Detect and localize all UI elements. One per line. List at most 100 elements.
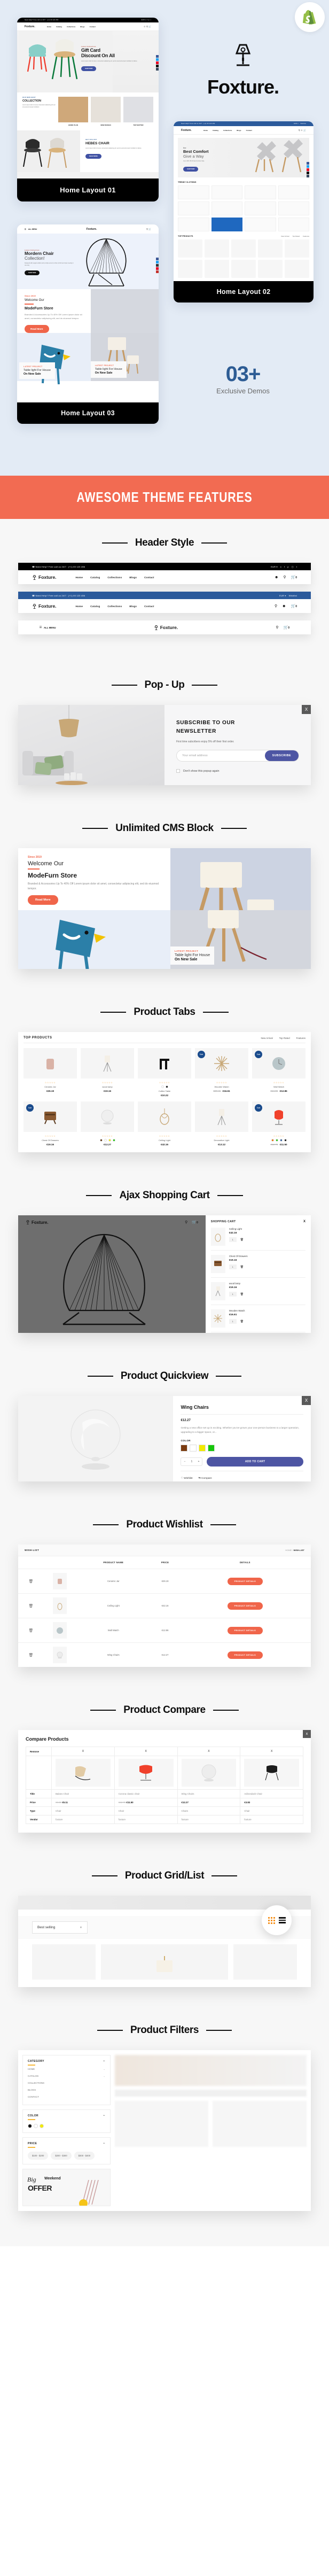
trash-icon[interactable]: 🗑 xyxy=(240,1238,244,1242)
cms-read-more-button[interactable]: Read More xyxy=(28,895,58,905)
header-logo[interactable]: Foxture. xyxy=(154,625,178,631)
product-card[interactable]: ☆☆☆☆☆ Coffee Table €10.22 xyxy=(138,1048,191,1097)
mini-hero-button[interactable]: SHOP NOW xyxy=(25,270,40,276)
popup-close-button[interactable]: X xyxy=(302,705,311,714)
swatch-yellow[interactable] xyxy=(199,1444,206,1452)
demo-card-layout-03[interactable]: ☰ ALL MENU Foxture. ⚲ 🛒 Latest Collectio… xyxy=(17,224,159,424)
nav-item-home[interactable]: Home xyxy=(76,605,83,608)
remove-cell[interactable]: 🗑 xyxy=(18,1642,44,1667)
collapse-toggle-icon[interactable]: − xyxy=(103,2060,105,2063)
compare-title-cell[interactable]: Wing Chairs xyxy=(177,1789,241,1798)
filter-item[interactable]: HOME ⌄ xyxy=(28,2066,105,2073)
header-logo[interactable]: Foxture. xyxy=(32,575,57,580)
cart-item-name[interactable]: wood lamp xyxy=(229,1282,244,1285)
result-card[interactable] xyxy=(213,2101,307,2147)
email-input[interactable]: Your email address xyxy=(177,754,265,757)
cart-item-qty[interactable]: 1 xyxy=(229,1292,237,1297)
remove-product-button[interactable]: X xyxy=(51,1747,115,1756)
mini-nav-item[interactable]: Collections xyxy=(223,129,232,131)
mini-nav-item[interactable]: Catalog xyxy=(213,129,218,131)
swatch[interactable] xyxy=(271,1139,274,1142)
filter-item[interactable]: BLOGS xyxy=(28,2086,105,2093)
filter-category-header[interactable]: CATEGORY − xyxy=(28,2060,105,2063)
swatch[interactable] xyxy=(161,1085,164,1088)
header-logo[interactable]: Foxture. xyxy=(26,1220,49,1225)
compare-title-cell[interactable]: Adirondack Chair xyxy=(240,1789,303,1798)
cart-item-qty[interactable]: 1 xyxy=(229,1264,237,1269)
cart-item-qty[interactable]: 1 xyxy=(229,1319,237,1324)
grid-view-icon[interactable] xyxy=(268,1917,275,1924)
dont-show-checkbox[interactable] xyxy=(176,769,180,773)
demo-card-layout-02[interactable]: Need Help? Free call us 24/7 : (+1) 00 1… xyxy=(174,121,314,302)
quantity-stepper[interactable]: − 1 + xyxy=(181,1457,203,1466)
product-card[interactable]: Sale ☆☆☆☆☆ Wooden Watch €20.41 €16.61 xyxy=(195,1048,248,1097)
product-name-cell[interactable]: Wall Watch xyxy=(76,1618,151,1643)
remove-cell[interactable]: 🗑 xyxy=(18,1593,44,1618)
tab-features[interactable]: Features xyxy=(296,1037,306,1039)
search-icon[interactable]: ⚲ xyxy=(283,575,286,579)
trash-icon[interactable]: 🗑 xyxy=(240,1320,244,1323)
mini-nav-item[interactable]: Blogs xyxy=(237,129,241,131)
sort-select[interactable]: Best selling ▼ xyxy=(32,1921,88,1934)
cart-icon[interactable]: 🛒0 xyxy=(284,625,290,630)
currency-selector[interactable]: EUR ▾ xyxy=(279,594,286,597)
color-swatch[interactable] xyxy=(40,2124,44,2128)
swatch[interactable] xyxy=(279,1139,283,1142)
product-card[interactable]: Sale ☆☆☆☆☆ €12.78 €11.50 xyxy=(252,1101,306,1146)
mini-nav-item[interactable]: Home xyxy=(203,129,208,131)
remove-product-button[interactable]: X xyxy=(114,1747,178,1756)
filter-price-header[interactable]: PRICE − xyxy=(28,2142,105,2145)
tab-top-rated[interactable]: Top Rated xyxy=(279,1037,290,1039)
mini-social-rail[interactable] xyxy=(156,258,159,273)
cart-item-name[interactable]: Chest Of Drawers xyxy=(229,1255,248,1258)
twitter-icon[interactable]: x xyxy=(280,565,281,568)
add-to-cart-button[interactable]: ADD TO CART xyxy=(207,1456,303,1467)
nav-item-collections[interactable]: Collections xyxy=(107,605,122,608)
pinterest-icon[interactable]: p xyxy=(287,565,288,568)
product-details-button[interactable]: PRODUCT DETAILS xyxy=(227,1626,263,1634)
cart-icon[interactable]: 🛒0 xyxy=(291,604,297,608)
quickview-close-button[interactable]: X xyxy=(302,1396,311,1405)
cart-icon[interactable]: 🛒0 xyxy=(291,575,297,579)
facebook-icon[interactable]: f xyxy=(284,565,285,568)
compare-title-cell[interactable]: Balans Chair xyxy=(51,1789,115,1798)
wishlist-link[interactable]: Wishlist xyxy=(289,594,297,597)
nav-item-blogs[interactable]: Blogs xyxy=(129,576,137,579)
decrement-button[interactable]: − xyxy=(181,1458,188,1465)
mini-hero-button[interactable]: SHOP NOW xyxy=(81,66,97,72)
grid-cell[interactable] xyxy=(32,1944,96,1980)
remove-product-button[interactable]: X xyxy=(240,1747,303,1756)
swatch[interactable] xyxy=(284,1139,287,1142)
product-name-cell[interactable]: Ceramic Jar xyxy=(76,1569,151,1594)
all-menu-button[interactable]: ☷ ALL MENU xyxy=(40,626,56,629)
price-range-pill[interactable]: $200 - $300 xyxy=(51,2152,72,2160)
search-icon[interactable]: ⚲ xyxy=(185,1220,187,1224)
swatch[interactable] xyxy=(99,1139,103,1142)
product-card[interactable]: Sale ☆☆☆☆☆ Wall Watch €14.06 €12.86 xyxy=(252,1048,306,1097)
dont-show-row[interactable]: Don't show this popup again xyxy=(176,769,299,773)
swatch[interactable] xyxy=(108,1139,111,1142)
swatch-green[interactable] xyxy=(208,1444,215,1452)
currency-selector[interactable]: EUR ▾ xyxy=(271,565,278,568)
mini-tab[interactable]: Features xyxy=(303,235,309,237)
product-details-button[interactable]: PRODUCT DETAILS xyxy=(227,1577,263,1585)
increment-button[interactable]: + xyxy=(195,1458,202,1465)
nav-item-catalog[interactable]: Catalog xyxy=(90,605,100,608)
mini-hero-button[interactable]: SHOP NOW xyxy=(183,166,199,172)
product-name-cell[interactable]: Ceiling Light xyxy=(76,1593,151,1618)
cart-item-name[interactable]: Ceiling Light xyxy=(229,1228,244,1230)
nav-item-contact[interactable]: Contact xyxy=(144,605,154,608)
product-card[interactable]: Sale ☆☆☆☆☆ Chest Of Drawers €19.16 xyxy=(24,1101,77,1146)
mini-nav-item[interactable]: Home xyxy=(47,26,51,28)
account-icon[interactable]: ☻ xyxy=(275,576,278,579)
grid-cell[interactable] xyxy=(233,1944,297,1980)
compare-link[interactable]: ⇆ Compare xyxy=(199,1477,212,1480)
header-logo[interactable]: Foxture. xyxy=(32,603,57,609)
swatch[interactable] xyxy=(275,1139,278,1142)
nav-item-collections[interactable]: Collections xyxy=(107,576,122,579)
color-swatch[interactable] xyxy=(28,2124,32,2128)
breadcrumb-home[interactable]: HOME xyxy=(285,1549,292,1551)
nav-item-blogs[interactable]: Blogs xyxy=(129,605,137,608)
result-card[interactable] xyxy=(114,2101,209,2147)
trash-icon[interactable]: 🗑 xyxy=(240,1293,244,1296)
